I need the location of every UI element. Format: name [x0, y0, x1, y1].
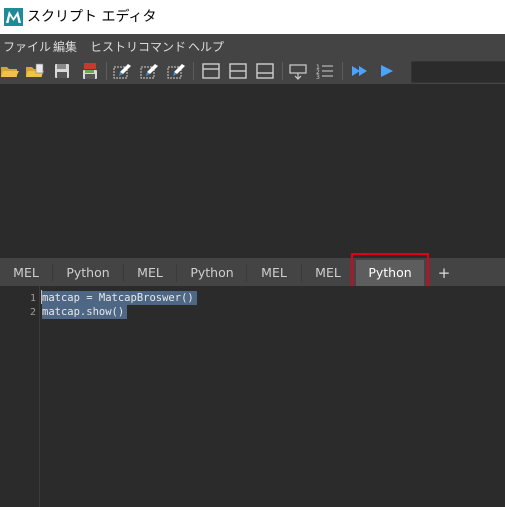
show-both-icon[interactable]: [228, 62, 248, 80]
menu-command[interactable]: コマンド: [138, 39, 186, 55]
line-number-gutter: 1 2: [0, 286, 40, 507]
tab-separator: [52, 264, 53, 282]
tab-python[interactable]: Python: [58, 260, 118, 286]
menu-history[interactable]: ヒストリ: [90, 39, 138, 55]
svg-text:3: 3: [316, 74, 320, 80]
script-tab-bar: MEL Python MEL Python MEL MEL Python +: [0, 258, 505, 286]
line-number: 2: [29, 307, 36, 318]
code-line[interactable]: matcap.show(): [42, 305, 128, 319]
toolbar-separator: [342, 62, 343, 80]
menu-help[interactable]: ヘルプ: [188, 39, 224, 55]
menu-bar: ファイル 編集 ヒストリ コマンド ヘルプ: [0, 36, 505, 58]
tab-separator: [176, 264, 177, 282]
echo-all-commands-icon[interactable]: [288, 62, 308, 80]
tab-mel[interactable]: MEL: [4, 260, 48, 286]
clear-input-icon[interactable]: [139, 62, 159, 80]
show-history-only-icon[interactable]: [201, 62, 221, 80]
execute-icon[interactable]: [377, 62, 397, 80]
tab-separator: [246, 264, 247, 282]
execute-all-icon[interactable]: [350, 62, 370, 80]
highlight-annotation-box: [351, 253, 429, 288]
tab-mel[interactable]: MEL: [128, 260, 172, 286]
tab-python[interactable]: Python: [182, 260, 242, 286]
toolbar-separator: [106, 62, 107, 80]
add-tab-button[interactable]: +: [431, 260, 457, 286]
tab-mel[interactable]: MEL: [306, 260, 350, 286]
tab-mel[interactable]: MEL: [252, 260, 296, 286]
menu-edit[interactable]: 編集: [53, 39, 77, 55]
title-bar: スクリプト エディタ: [0, 0, 505, 34]
toolbar-search-field[interactable]: [411, 61, 505, 83]
menu-file[interactable]: ファイル: [3, 39, 51, 55]
tab-separator: [301, 264, 302, 282]
show-input-only-icon[interactable]: [255, 62, 275, 80]
history-output-pane[interactable]: [0, 84, 505, 258]
save-script-to-shelf-icon[interactable]: [80, 62, 100, 80]
toolbar-separator: [193, 62, 194, 80]
maya-app-icon: [4, 8, 23, 26]
show-line-numbers-icon[interactable]: 1 2 3: [315, 62, 335, 80]
toolbar-separator: [282, 62, 283, 80]
line-number: 1: [29, 293, 36, 304]
tab-separator: [123, 264, 124, 282]
clear-all-icon[interactable]: [166, 62, 186, 80]
clear-history-icon[interactable]: [112, 62, 132, 80]
code-line[interactable]: matcap = MatcapBroswer(): [42, 291, 197, 305]
script-input-editor[interactable]: 1 2 matcap = MatcapBroswer() matcap.show…: [0, 286, 505, 507]
window-title: スクリプト エディタ: [27, 9, 157, 25]
source-script-icon[interactable]: [25, 62, 45, 80]
load-script-icon[interactable]: [0, 62, 20, 80]
save-script-icon[interactable]: [52, 62, 72, 80]
